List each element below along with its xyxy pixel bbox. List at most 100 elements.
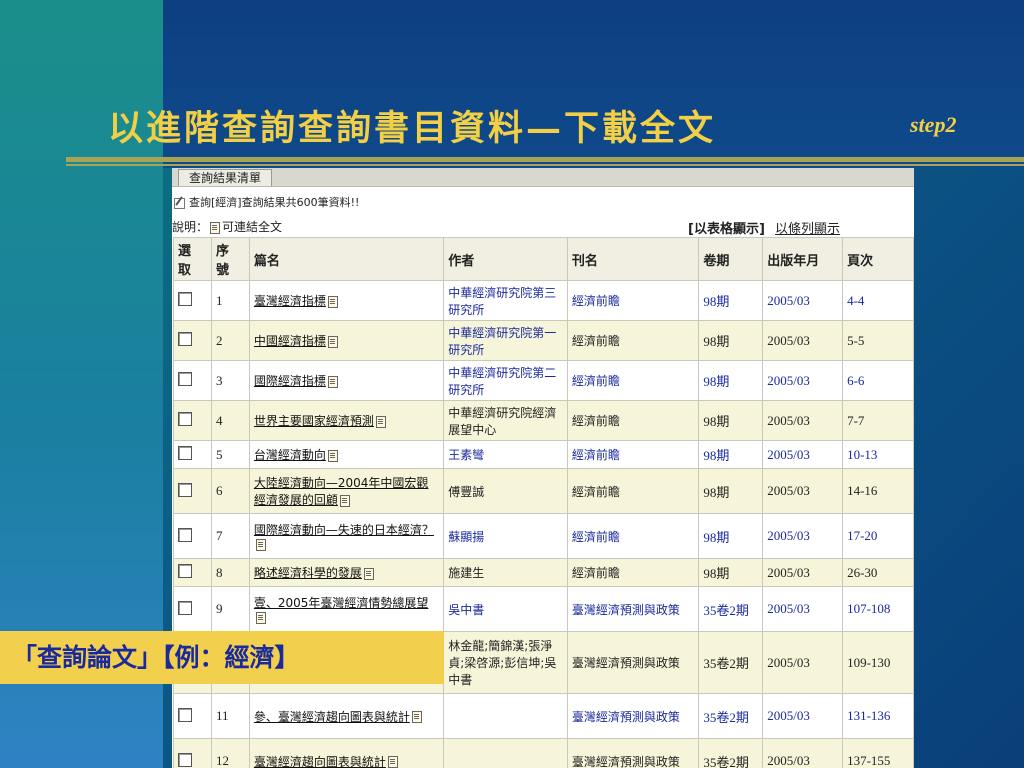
row-number: 8 bbox=[210, 558, 250, 587]
callout-banner: 「查詢論文」【例：經濟】 bbox=[0, 631, 444, 684]
pages-cell: 10-13 bbox=[842, 440, 914, 469]
article-title-link[interactable]: 略述經濟科學的發展 bbox=[254, 566, 362, 580]
legend-prefix: 說明： bbox=[172, 220, 209, 234]
select-checkbox[interactable] bbox=[178, 527, 192, 542]
col-header-issue: 卷期 bbox=[698, 237, 764, 281]
article-title-link[interactable]: 國際經濟指標 bbox=[254, 374, 326, 388]
select-checkbox[interactable] bbox=[178, 482, 192, 497]
title-cell: 國際經濟指標 bbox=[248, 360, 445, 401]
select-checkbox[interactable] bbox=[178, 752, 192, 767]
pages-cell: 17-20 bbox=[842, 513, 914, 559]
table-row: 7 國際經濟動向—失速的日本經濟？ 蘇顯揚 經濟前瞻 98期 2005/03 17-20 bbox=[173, 513, 914, 559]
fulltext-icon[interactable] bbox=[339, 494, 350, 507]
table-row: 12 臺灣經濟趨向圖表與統計 臺灣經濟預測與政策 35卷2期 2005/03 137-15… bbox=[173, 738, 914, 768]
author-cell: 林金龍;簡錦漢;張淨貞;梁啓源;彭信坤;吳中書 bbox=[443, 631, 568, 694]
table-row: 3 國際經濟指標 中華經濟研究院第二研究所 經濟前瞻 98期 2005/03 6-6 bbox=[173, 360, 914, 401]
journal-cell: 經濟前瞻 bbox=[566, 558, 700, 587]
title-cell: 國際經濟動向—失速的日本經濟？ bbox=[248, 513, 445, 559]
fulltext-icon[interactable] bbox=[327, 375, 338, 388]
issue-cell: 98期 bbox=[698, 400, 764, 441]
author-cell: 中華經濟研究院第二研究所 bbox=[443, 360, 568, 401]
title-cell: 略述經濟科學的發展 bbox=[248, 558, 445, 587]
author-cell bbox=[443, 738, 568, 768]
select-checkbox[interactable] bbox=[178, 332, 192, 346]
row-number: 6 bbox=[210, 468, 250, 514]
row-number: 5 bbox=[210, 440, 250, 469]
col-header-select: 選取 bbox=[173, 237, 212, 281]
date-cell: 2005/03 bbox=[762, 693, 844, 739]
select-cell bbox=[173, 558, 212, 587]
select-checkbox[interactable] bbox=[178, 372, 192, 386]
title-cell: 參、臺灣經濟趨向圖表與統計 bbox=[248, 693, 445, 739]
author-cell: 中華經濟研究院經濟展望中心 bbox=[443, 400, 568, 441]
pages-cell: 4-4 bbox=[842, 280, 914, 321]
fulltext-icon[interactable] bbox=[411, 711, 422, 723]
slide-title: 以進階查詢查詢書目資料—下載全文 bbox=[108, 108, 717, 149]
view-table-option: [以表格顯示] bbox=[688, 222, 765, 237]
date-cell: 2005/03 bbox=[762, 440, 844, 469]
results-table: 選取 序號 篇名 作者 刊名 卷期 出版年月 頁次 1 臺灣經濟指標 中華經濟研究院… bbox=[173, 237, 914, 768]
title-divider-thin bbox=[66, 164, 1024, 166]
select-cell bbox=[173, 513, 212, 559]
title-cell: 壹、2005年臺灣經濟情勢總展望 bbox=[248, 586, 445, 632]
col-header-author: 作者 bbox=[443, 237, 568, 281]
date-cell: 2005/03 bbox=[762, 586, 844, 632]
fulltext-icon[interactable] bbox=[363, 567, 374, 580]
pages-cell: 26-30 bbox=[842, 558, 914, 587]
select-checkbox[interactable] bbox=[178, 412, 192, 426]
select-checkbox[interactable] bbox=[178, 564, 192, 578]
title-divider bbox=[66, 157, 1024, 162]
result-summary: 查詢[經濟]查詢結果共600筆資料!! bbox=[174, 194, 359, 210]
view-list-link[interactable]: 以條列顯示 bbox=[775, 222, 840, 237]
fulltext-icon[interactable] bbox=[255, 539, 266, 551]
article-title-link[interactable]: 臺灣經濟趨向圖表與統計 bbox=[254, 755, 386, 768]
select-checkbox[interactable] bbox=[178, 600, 192, 615]
date-cell: 2005/03 bbox=[762, 320, 844, 361]
fulltext-icon[interactable] bbox=[327, 295, 338, 308]
issue-cell: 98期 bbox=[698, 360, 764, 401]
row-number: 9 bbox=[210, 586, 250, 632]
issue-cell: 35卷2期 bbox=[698, 738, 764, 768]
fulltext-icon bbox=[210, 221, 221, 234]
article-title-link[interactable]: 中國經濟指標 bbox=[254, 334, 326, 348]
row-number: 3 bbox=[210, 360, 250, 401]
result-summary-text: 查詢[經濟]查詢結果共600筆資料!! bbox=[189, 196, 360, 209]
author-cell: 蘇顯揚 bbox=[443, 513, 568, 559]
fulltext-icon[interactable] bbox=[327, 335, 338, 348]
table-row: 1 臺灣經濟指標 中華經濟研究院第三研究所 經濟前瞻 98期 2005/03 4-4 bbox=[173, 280, 914, 321]
journal-cell: 經濟前瞻 bbox=[566, 468, 700, 514]
date-cell: 2005/03 bbox=[762, 513, 844, 559]
article-title-link[interactable]: 壹、2005年臺灣經濟情勢總展望 bbox=[254, 596, 429, 610]
issue-cell: 35卷2期 bbox=[698, 693, 764, 739]
article-title-link[interactable]: 國際經濟動向—失速的日本經濟？ bbox=[254, 523, 434, 537]
author-cell: 傅豐誠 bbox=[443, 468, 568, 514]
fulltext-icon[interactable] bbox=[255, 612, 266, 624]
table-row: 8 略述經濟科學的發展 施建生 經濟前瞻 98期 2005/03 26-30 bbox=[173, 558, 914, 587]
select-checkbox[interactable] bbox=[178, 707, 192, 722]
select-checkbox[interactable] bbox=[178, 446, 192, 460]
date-cell: 2005/03 bbox=[762, 400, 844, 441]
pages-cell: 131-136 bbox=[842, 693, 914, 739]
legend: 說明： 可連結全文 bbox=[172, 218, 282, 235]
article-title-link[interactable]: 參、臺灣經濟趨向圖表與統計 bbox=[254, 710, 410, 724]
fulltext-icon[interactable] bbox=[387, 756, 398, 768]
fulltext-icon[interactable] bbox=[375, 415, 386, 428]
legend-text: 可連結全文 bbox=[222, 220, 283, 234]
row-number: 1 bbox=[210, 280, 250, 321]
date-cell: 2005/03 bbox=[762, 558, 844, 587]
fulltext-icon[interactable] bbox=[327, 449, 338, 462]
tab-results-list[interactable]: 查詢結果清單 bbox=[178, 169, 273, 186]
article-title-link[interactable]: 臺灣經濟指標 bbox=[254, 294, 326, 308]
pages-cell: 109-130 bbox=[842, 631, 914, 694]
select-cell bbox=[173, 360, 212, 401]
tab-bar: 查詢結果清單 bbox=[172, 168, 914, 187]
article-title-link[interactable]: 台灣經濟動向 bbox=[254, 448, 326, 462]
select-checkbox[interactable] bbox=[178, 292, 192, 306]
article-title-link[interactable]: 世界主要國家經濟預測 bbox=[254, 414, 374, 428]
title-cell: 臺灣經濟趨向圖表與統計 bbox=[248, 738, 445, 768]
table-row: 9 壹、2005年臺灣經濟情勢總展望 吳中書 臺灣經濟預測與政策 35卷2期 2005/0… bbox=[173, 586, 914, 632]
author-cell: 王素彎 bbox=[443, 440, 568, 469]
title-cell: 中國經濟指標 bbox=[248, 320, 445, 361]
journal-cell: 經濟前瞻 bbox=[566, 360, 700, 401]
issue-cell: 35卷2期 bbox=[698, 586, 764, 632]
